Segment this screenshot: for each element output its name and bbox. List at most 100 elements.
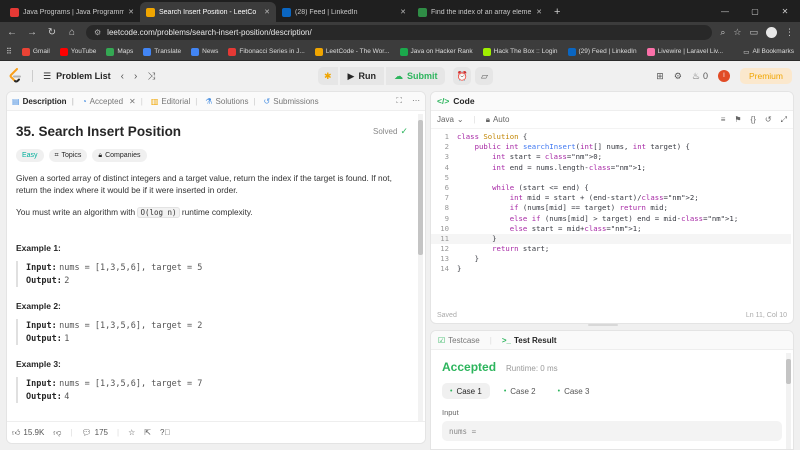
tab-accepted[interactable]: ◔ Accepted ✕ | [82,97,143,106]
case-tab[interactable]: • Case 1 [442,383,490,399]
bookmark-item[interactable]: Maps [106,47,133,56]
more-icon[interactable]: ⋯ [412,96,420,106]
extensions-icon[interactable]: ▭ [749,27,758,38]
companies-chip[interactable]: 🔒︎ Companies [92,149,147,162]
close-icon[interactable]: ✕ [536,8,542,16]
browser-tab[interactable]: Find the index of an array eleme ✕ [412,2,548,22]
test-panel: ☑ Testcase | >_ Test Result Accepted Run… [430,330,794,450]
profile-avatar[interactable] [766,27,777,38]
tab-testcase[interactable]: ☑ Testcase [438,336,480,345]
user-avatar[interactable]: I [717,70,730,82]
format-icon[interactable]: ≡ [721,115,726,125]
close-icon[interactable]: ✕ [264,8,270,16]
favicon-icon [59,47,68,56]
code-line: 7 int mid = start + (end-start)/class="n… [431,193,791,203]
notes-button[interactable]: ▱ [475,67,494,85]
comments-button[interactable]: 💬︎ 175 [81,428,108,437]
tab-test-result[interactable]: >_ Test Result [502,336,557,345]
browser-tab[interactable]: Search Insert Position - LeetCo ✕ [140,2,276,22]
streak-counter[interactable]: ♨ 0 [692,71,708,82]
minimize-icon[interactable]: — [710,7,740,16]
home-icon[interactable]: ⌂ [66,27,78,38]
new-tab-button[interactable]: + [548,2,566,22]
example-input-row: Input: nums = [1,3,5,6], target = 5 [26,261,408,274]
premium-button[interactable]: Premium [739,68,792,84]
case-tab[interactable]: • Case 3 [550,383,598,399]
description-scrollbar[interactable] [418,114,423,422]
line-number: 11 [440,233,449,243]
menu-icon[interactable]: ⋮ [785,27,794,38]
tab-solutions[interactable]: ⚗ Solutions | [205,97,255,106]
result-scrollbar[interactable] [786,353,791,449]
bookmark-item[interactable]: Gmail [21,47,50,56]
bookmark-item[interactable]: Livewire | Laravel Liv... [646,47,723,56]
braces-icon[interactable]: {} [751,115,756,125]
forward-icon[interactable]: → [26,27,38,38]
example-input: nums = [1,3,5,6], target = 5 [59,263,203,273]
language-select[interactable]: Java ⌄ [437,115,464,124]
bookmark-item[interactable]: Hack The Box :: Login [482,47,558,56]
code-line: 9 else if (nums[mid] > target) end = mid… [431,214,791,224]
zoom-icon[interactable]: ⌕ [720,27,725,38]
site-info-icon[interactable]: ⚙ [94,28,101,37]
bookmark-item[interactable]: News [191,47,218,56]
shuffle-icon[interactable]: ⤨ [147,71,155,82]
prev-problem-icon[interactable]: ‹ [121,71,124,82]
tab-editorial[interactable]: ▥ Editorial | [151,97,198,106]
leetcode-logo[interactable] [8,68,22,84]
close-icon[interactable]: ✕ [400,8,406,16]
bookmark-icon[interactable]: ⚑ [734,115,741,125]
difficulty-badge[interactable]: Easy [16,149,44,162]
submit-button[interactable]: ☁ Submit [385,67,446,85]
back-icon[interactable]: ← [6,27,18,38]
close-icon[interactable]: ✕ [128,8,134,16]
layout-icon[interactable]: ⊞ [656,71,664,82]
scrollbar-thumb[interactable] [418,120,423,255]
case-tab[interactable]: • Case 2 [496,383,544,399]
apps-grid-icon[interactable]: ⠿ [6,47,12,56]
all-bookmarks[interactable]: ▭ All Bookmarks [743,48,794,56]
help-icon[interactable]: ?⃝ [160,428,170,437]
language-label: Java [437,115,454,124]
timer-button[interactable]: ⏰ [453,67,472,85]
star-icon[interactable]: ☆ [128,428,135,437]
reset-icon[interactable]: ↺ [765,115,772,125]
share-icon[interactable]: ⇱ [144,428,151,437]
reload-icon[interactable]: ↻ [46,27,58,38]
bookmark-item[interactable]: (29) Feed | LinkedIn [567,47,637,56]
run-button[interactable]: ▶ Run [339,67,384,85]
browser-tab[interactable]: Java Programs | Java Programmi ✕ [4,2,140,22]
bookmark-item[interactable]: Fibonacci Series in J... [228,47,305,56]
topics-chip[interactable]: ⌗ Topics [48,149,88,162]
fullscreen-icon[interactable]: ⤢ [781,115,787,125]
panel-resize-handle[interactable] [588,324,618,326]
url-input[interactable]: ⚙ leetcode.com/problems/search-insert-po… [86,25,713,40]
close-tab-icon[interactable]: ✕ [129,97,136,106]
tab-description[interactable]: ▤ Description | [12,97,74,106]
verdict-label: Accepted [442,360,497,374]
maximize-icon[interactable]: ▢ [740,7,770,16]
settings-icon[interactable]: ⚙ [674,71,682,82]
bookmark-item[interactable]: YouTube [59,47,96,56]
line-number: 5 [444,172,449,182]
expand-icon[interactable]: ⛶ [396,96,402,106]
scrollbar-thumb[interactable] [786,359,791,384]
test-tabs: ☑ Testcase | >_ Test Result [431,331,793,350]
close-window-icon[interactable]: ✕ [770,7,800,16]
problem-list-link[interactable]: ☰ Problem List [43,71,111,82]
like-button[interactable]: 👍︎ 15.9K [12,428,44,438]
editor-actions: ≡ ⚑ {} ↺ ⤢ [721,115,787,125]
next-problem-icon[interactable]: › [134,71,137,82]
history-icon: ◔ [81,96,87,106]
code-editor[interactable]: 1 class Solution {2 public int searchInse… [431,132,791,282]
thumbs-down-icon[interactable]: 👎︎ [53,428,61,438]
bookmark-item[interactable]: Java on Hacker Rank [399,47,473,56]
debug-button[interactable]: ✱ [318,67,338,85]
tab-submissions[interactable]: ↺ Submissions [264,97,319,106]
bookmark-item[interactable]: Translate [143,47,181,56]
history-icon: ↺ [263,96,271,106]
star-icon[interactable]: ☆ [733,27,741,38]
auto-mode[interactable]: 🔒︎ Auto [486,115,510,125]
bookmark-item[interactable]: LeetCode - The Wor... [314,47,390,56]
browser-tab[interactable]: (28) Feed | LinkedIn ✕ [276,2,412,22]
